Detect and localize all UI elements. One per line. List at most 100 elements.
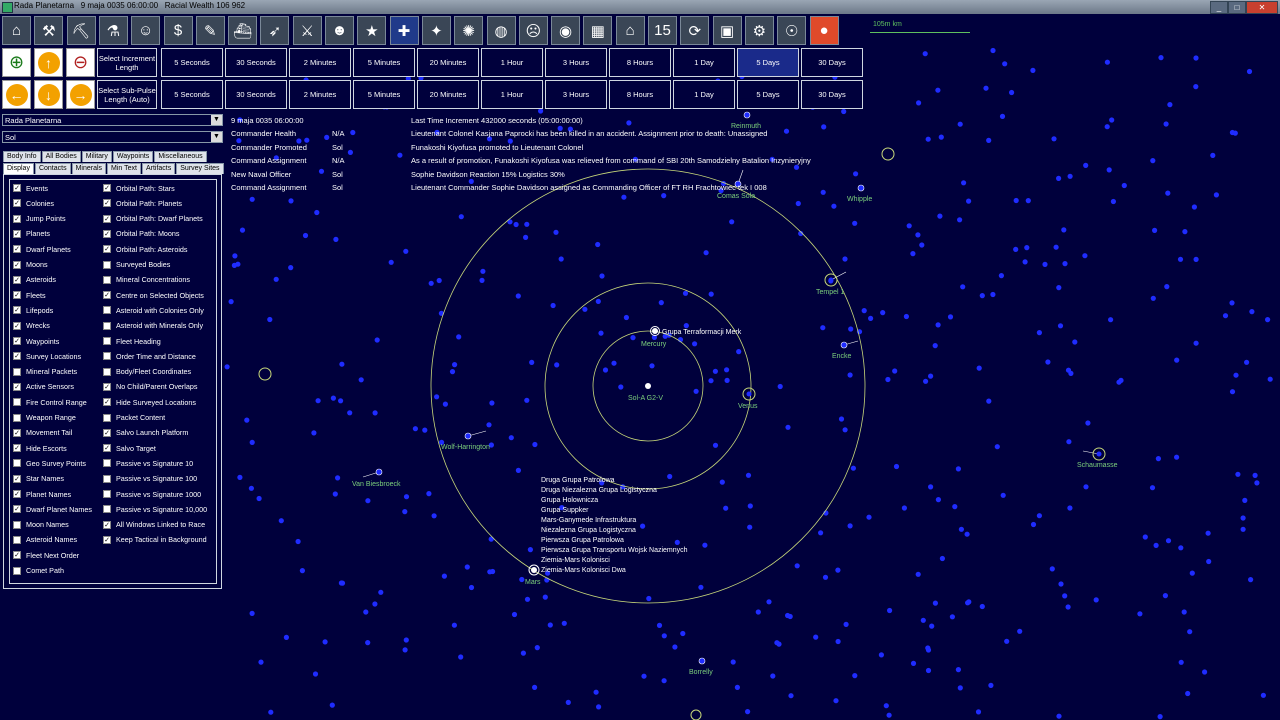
checkbox-checked-icon[interactable]: ✓ <box>13 306 21 315</box>
checkbox-unchecked-icon[interactable] <box>103 459 111 468</box>
option-star-names[interactable]: ✓ Star Names <box>13 473 64 485</box>
option-jump-points[interactable]: ✓ Jump Points <box>13 213 66 225</box>
option-no-child-parent-overlaps[interactable]: ✓ No Child/Parent Overlaps <box>103 381 198 393</box>
checkbox-checked-icon[interactable]: ✓ <box>13 428 21 437</box>
fleet-label[interactable]: Pierwsza Grupa Patrolowa <box>541 537 624 544</box>
option-salvo-target[interactable]: ✓ Salvo Target <box>103 442 156 454</box>
comet-encke[interactable]: Encke <box>832 340 859 360</box>
minimize-button[interactable]: _ <box>1210 1 1228 14</box>
missile-button[interactable]: ➶ <box>260 16 290 45</box>
zoom-out-button[interactable]: ⊖ <box>66 48 95 77</box>
checkbox-checked-icon[interactable]: ✓ <box>13 352 21 361</box>
increment-5-days-button[interactable]: 5 Days <box>737 48 799 77</box>
increment-30-seconds-button[interactable]: 30 Seconds <box>225 48 287 77</box>
option-asteroid-with-minerals-only[interactable]: Asteroid with Minerals Only <box>103 320 203 332</box>
medals-button[interactable]: ★ <box>357 16 387 45</box>
checkbox-unchecked-icon[interactable] <box>103 413 111 422</box>
comet-wolf-harrington[interactable]: Wolf-Harrington <box>441 430 490 451</box>
subpulse-5-minutes-button[interactable]: 5 Minutes <box>353 80 415 109</box>
body-ring[interactable] <box>258 367 272 381</box>
colony-button[interactable]: ⌂ <box>2 16 31 45</box>
option-movement-tail[interactable]: ✓ Movement Tail <box>13 427 72 439</box>
ground-forces-button[interactable]: ⚔ <box>292 16 322 45</box>
option-passive-vs-signature-1000[interactable]: Passive vs Signature 1000 <box>103 488 201 500</box>
checkbox-checked-icon[interactable]: ✓ <box>13 229 21 238</box>
academy-button[interactable]: ⌂ <box>615 16 645 45</box>
fleet-label[interactable]: Niezalezna Grupa Logistyczna <box>541 527 636 534</box>
option-comet-path[interactable]: Comet Path <box>13 565 64 577</box>
increment-1-day-button[interactable]: 1 Day <box>673 48 735 77</box>
option-weapon-range[interactable]: Weapon Range <box>13 412 76 424</box>
subpulse-1-day-button[interactable]: 1 Day <box>673 80 735 109</box>
checkbox-checked-icon[interactable]: ✓ <box>103 229 111 238</box>
option-planet-names[interactable]: ✓ Planet Names <box>13 488 71 500</box>
option-mineral-packets[interactable]: Mineral Packets <box>13 366 77 378</box>
option-surveyed-bodies[interactable]: Surveyed Bodies <box>103 259 170 271</box>
option-asteroids[interactable]: ✓ Asteroids <box>13 274 56 286</box>
option-waypoints[interactable]: ✓ Waypoints <box>13 335 59 347</box>
option-lifepods[interactable]: ✓ Lifepods <box>13 304 53 316</box>
option-passive-vs-signature-10[interactable]: Passive vs Signature 10 <box>103 457 193 469</box>
checkbox-checked-icon[interactable]: ✓ <box>13 382 21 391</box>
option-passive-vs-signature-100[interactable]: Passive vs Signature 100 <box>103 473 197 485</box>
subpulse-5-seconds-button[interactable]: 5 Seconds <box>161 80 223 109</box>
fleet-label-terraformacji[interactable]: Grupa Terraformacji Merk <box>662 329 742 336</box>
checkbox-checked-icon[interactable]: ✓ <box>103 214 111 223</box>
option-geo-survey-points[interactable]: Geo Survey Points <box>13 457 86 469</box>
checkbox-checked-icon[interactable]: ✓ <box>13 291 21 300</box>
comet-tempel-1[interactable]: Tempel 1 <box>816 271 847 296</box>
option-keep-tactical-in-background[interactable]: ✓ Keep Tactical in Background <box>103 534 207 546</box>
industry-button[interactable]: ⚒ <box>34 16 64 45</box>
fleet-label[interactable]: Druga Grupa Patrolowa <box>541 477 615 484</box>
tab-contacts[interactable]: Contacts <box>34 163 71 174</box>
checkbox-checked-icon[interactable]: ✓ <box>13 260 21 269</box>
checkbox-checked-icon[interactable]: ✓ <box>13 184 21 192</box>
checkbox-unchecked-icon[interactable] <box>103 275 111 284</box>
planet-mars[interactable]: Mars <box>525 564 541 586</box>
checkbox-unchecked-icon[interactable] <box>13 520 21 529</box>
body-ring[interactable] <box>690 709 702 720</box>
checkbox-unchecked-icon[interactable] <box>103 337 111 345</box>
ship-card-button[interactable]: ▦ <box>583 16 613 45</box>
increment-30-days-button[interactable]: 30 Days <box>801 48 863 77</box>
checkbox-unchecked-icon[interactable] <box>103 321 111 330</box>
fleet-label[interactable]: Grupa Suppker <box>541 507 589 514</box>
flag-button[interactable]: ✚ <box>389 16 419 45</box>
settings-button[interactable]: ⚙ <box>744 16 774 45</box>
option-asteroid-with-colonies-only[interactable]: Asteroid with Colonies Only <box>103 304 204 316</box>
option-salvo-launch-platform[interactable]: ✓ Salvo Launch Platform <box>103 427 188 439</box>
checkbox-checked-icon[interactable]: ✓ <box>13 321 21 330</box>
fleet-label[interactable]: Druga Niezalezna Grupa Logistyczna <box>541 487 657 494</box>
tab-min-text[interactable]: Min Text <box>107 163 141 174</box>
intelligence-button[interactable]: ◉ <box>551 16 581 45</box>
fleet-label[interactable]: Ziemia-Mars Kolonisci Dwa <box>541 567 626 574</box>
planet-venus[interactable]: Venus <box>738 387 758 410</box>
checkbox-checked-icon[interactable]: ✓ <box>103 291 111 300</box>
option-moons[interactable]: ✓ Moons <box>13 259 48 271</box>
checkbox-checked-icon[interactable]: ✓ <box>103 428 111 437</box>
checkbox-unchecked-icon[interactable] <box>13 535 21 544</box>
checkbox-unchecked-icon[interactable] <box>13 413 21 422</box>
checkbox-checked-icon[interactable]: ✓ <box>13 551 21 560</box>
checkbox-unchecked-icon[interactable] <box>103 352 111 361</box>
tab-miscellaneous[interactable]: Miscellaneous <box>154 151 207 162</box>
option-all-windows-linked-to-race[interactable]: ✓ All Windows Linked to Race <box>103 519 205 531</box>
option-active-sensors[interactable]: ✓ Active Sensors <box>13 381 74 393</box>
checkbox-unchecked-icon[interactable] <box>103 367 111 376</box>
globe-button[interactable]: ◍ <box>486 16 516 45</box>
option-passive-vs-signature-10-000[interactable]: Passive vs Signature 10,000 <box>103 503 207 515</box>
option-mineral-concentrations[interactable]: Mineral Concentrations <box>103 274 190 286</box>
design-button[interactable]: ✎ <box>195 16 225 45</box>
fleet-label[interactable]: Pierwsza Grupa Transportu Wojsk Naziemny… <box>541 547 688 554</box>
tab-waypoints[interactable]: Waypoints <box>112 151 154 162</box>
checkbox-checked-icon[interactable]: ✓ <box>103 382 111 391</box>
mining-button[interactable]: ⛏ <box>66 16 96 45</box>
option-order-time-and-distance[interactable]: Order Time and Distance <box>103 350 196 362</box>
commanders-button[interactable]: ☻ <box>325 16 354 45</box>
subpulse-8-hours-button[interactable]: 8 Hours <box>609 80 671 109</box>
comet-schaumasse[interactable]: Schaumasse <box>1077 447 1118 469</box>
tab-survey-sites[interactable]: Survey Sites <box>176 163 224 174</box>
fleet-list-mars[interactable]: Druga Grupa Patrolowa Druga Niezalezna G… <box>541 477 688 574</box>
option-asteroid-names[interactable]: Asteroid Names <box>13 534 77 546</box>
race-select[interactable]: Rada Planetarna ▼ <box>2 114 223 126</box>
